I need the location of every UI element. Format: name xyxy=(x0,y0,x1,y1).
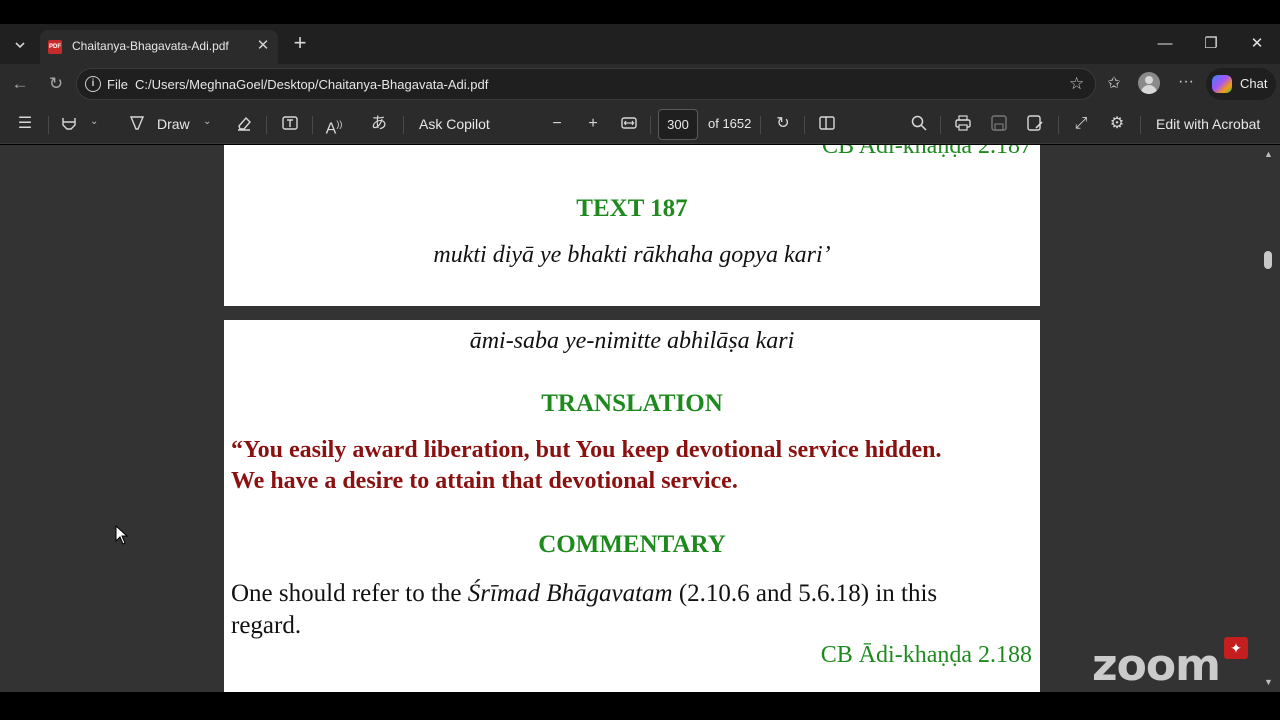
restore-icon[interactable]: ❐ xyxy=(1196,32,1226,56)
mouse-cursor-icon xyxy=(115,525,129,545)
print-icon[interactable] xyxy=(952,114,974,136)
verse-line: mukti diyā ye bhakti rākhaha gopya kari’ xyxy=(433,242,831,268)
chat-label: Chat xyxy=(1240,76,1268,91)
translate-icon[interactable]: あ xyxy=(368,114,390,136)
top-black-bar xyxy=(0,0,1280,24)
commentary-book-title: Śrīmad Bhāgavatam xyxy=(467,580,673,607)
commentary-text-start: One should refer to the xyxy=(231,580,468,607)
back-icon[interactable]: ← xyxy=(8,73,32,95)
toolbar-divider xyxy=(48,116,49,134)
draw-label[interactable]: Draw xyxy=(157,116,190,132)
toolbar-divider xyxy=(266,116,267,134)
commentary-text-end: (2.10.6 and 5.6.18) in this xyxy=(672,580,938,607)
vertical-scrollbar[interactable]: ▲ ▼ xyxy=(1262,145,1274,692)
zoom-out-icon[interactable]: − xyxy=(546,114,568,136)
chevron-down-icon[interactable]: ⌄ xyxy=(203,116,211,127)
chevron-down-icon[interactable]: ⌄ xyxy=(90,116,98,127)
highlight-icon[interactable] xyxy=(58,114,80,136)
more-options-icon[interactable]: ··· xyxy=(1174,73,1198,91)
copilot-icon xyxy=(1212,75,1232,93)
scheme-label: File xyxy=(107,77,128,92)
toolbar-divider xyxy=(312,116,313,134)
tab-title: Chaitanya-Bhagavata-Adi.pdf xyxy=(72,39,229,53)
text-heading: TEXT 187 xyxy=(576,195,688,222)
commentary-heading: COMMENTARY xyxy=(538,531,726,558)
read-aloud-icon[interactable]: A)) xyxy=(323,114,345,137)
text-box-icon[interactable] xyxy=(279,114,301,136)
pdf-icon: PDF xyxy=(48,40,62,54)
save-icon[interactable] xyxy=(988,114,1010,136)
bottom-black-bar xyxy=(0,692,1280,720)
new-tab-icon[interactable]: + xyxy=(288,32,312,56)
tab-strip: PDF Chaitanya-Bhagavata-Adi.pdf ✕ + — ❐ … xyxy=(0,24,1280,64)
scroll-down-icon[interactable]: ▼ xyxy=(1264,677,1273,687)
favorites-icon[interactable]: ✩ xyxy=(1102,73,1126,93)
close-tab-icon[interactable]: ✕ xyxy=(254,37,272,55)
copilot-chat-button[interactable]: Chat xyxy=(1206,68,1276,100)
pdf-viewer[interactable]: CB Adi-khaṇḍa 2.187 TEXT 187 mukti diyā … xyxy=(0,145,1280,692)
info-icon[interactable]: i xyxy=(85,76,101,92)
pdf-page: CB Adi-khaṇḍa 2.187 TEXT 187 mukti diyā … xyxy=(224,145,1040,306)
fit-page-icon[interactable] xyxy=(618,114,640,136)
ask-copilot-button[interactable]: Ask Copilot xyxy=(419,116,490,132)
commentary-text: regard. xyxy=(231,612,302,639)
toolbar-divider xyxy=(1140,116,1141,134)
refresh-icon[interactable]: ↻ xyxy=(44,73,68,95)
zoom-watermark: zoom xyxy=(1092,640,1221,691)
address-bar[interactable]: i File C:/Users/MeghnaGoel/Desktop/Chait… xyxy=(76,68,1096,100)
chevron-down-icon xyxy=(15,42,25,49)
toolbar-divider xyxy=(403,116,404,134)
commentary-text: One should refer to the Śrīmad Bhāgavata… xyxy=(231,580,937,608)
verse-line: āmi-saba ye-nimitte abhilāṣa kari xyxy=(469,328,795,354)
toolbar-divider xyxy=(760,116,761,134)
fullscreen-icon[interactable]: ⤢ xyxy=(1070,114,1092,136)
profile-avatar[interactable] xyxy=(1138,72,1160,94)
page-total-label: of 1652 xyxy=(708,116,752,131)
toolbar-divider xyxy=(650,116,651,134)
toolbar-divider xyxy=(804,116,805,134)
search-icon[interactable] xyxy=(908,114,930,136)
save-as-icon[interactable] xyxy=(1024,114,1046,136)
contents-icon[interactable]: ☰ xyxy=(14,114,36,136)
translation-text: “You easily award liberation, but You ke… xyxy=(231,437,942,463)
address-row: ← ↻ i File C:/Users/MeghnaGoel/Desktop/C… xyxy=(0,64,1280,104)
settings-gear-icon[interactable]: ⚙ xyxy=(1106,114,1128,136)
chapter-reference: CB Adi-khaṇḍa 2.187 xyxy=(822,145,1032,159)
favorite-star-icon[interactable]: ☆ xyxy=(1069,74,1084,94)
close-window-icon[interactable]: ✕ xyxy=(1242,32,1272,56)
pdf-page: āmi-saba ye-nimitte abhilāṣa kari TRANSL… xyxy=(224,320,1040,692)
tab-list-button[interactable] xyxy=(6,32,34,58)
page-view-icon[interactable] xyxy=(816,114,838,136)
chapter-reference: CB Ādi-khaṇḍa 2.188 xyxy=(820,642,1032,668)
toolbar-divider xyxy=(1058,116,1059,134)
scroll-up-icon[interactable]: ▲ xyxy=(1264,149,1273,159)
scroll-thumb[interactable] xyxy=(1264,251,1272,269)
edit-with-acrobat-button[interactable]: Edit with Acrobat xyxy=(1156,116,1260,132)
translation-text: We have a desire to attain that devotion… xyxy=(231,468,738,494)
page-number-input[interactable]: 300 xyxy=(658,109,698,140)
eraser-icon[interactable] xyxy=(233,114,255,136)
url-text[interactable]: C:/Users/MeghnaGoel/Desktop/Chaitanya-Bh… xyxy=(135,77,488,92)
tab-active[interactable]: PDF Chaitanya-Bhagavata-Adi.pdf ✕ xyxy=(40,30,278,64)
rotate-icon[interactable]: ↻ xyxy=(772,114,794,136)
zoom-in-icon[interactable]: + xyxy=(582,114,604,136)
minimize-icon[interactable]: — xyxy=(1150,32,1180,56)
draw-icon[interactable] xyxy=(126,114,148,136)
translation-heading: TRANSLATION xyxy=(541,390,723,417)
toolbar-divider xyxy=(940,116,941,134)
pdf-toolbar: ☰ ⌄ Draw ⌄ A)) あ Ask Copilot − + 300 of … xyxy=(0,104,1280,144)
acrobat-icon: ✦ xyxy=(1224,637,1248,659)
